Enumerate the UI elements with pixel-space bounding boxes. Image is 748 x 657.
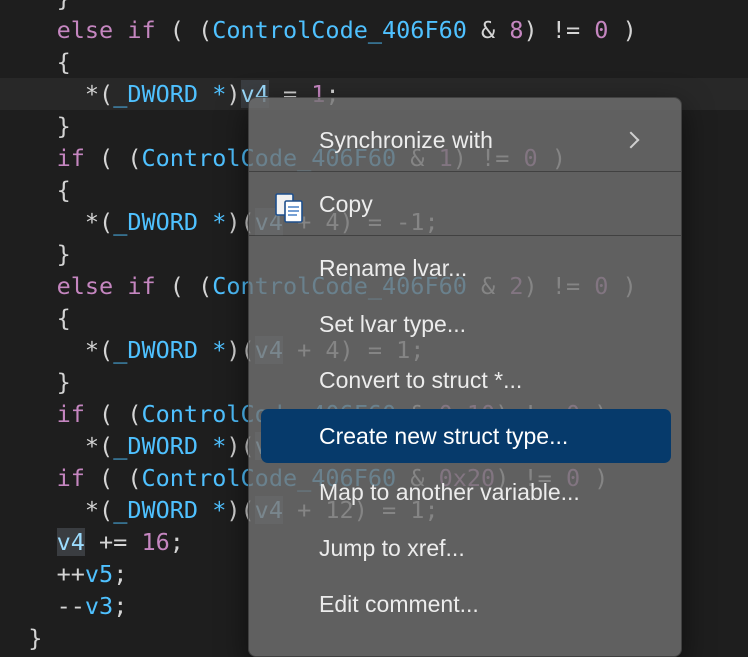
menu-separator [249, 171, 681, 172]
menu-item-edit-comment[interactable]: Edit comment... [261, 577, 671, 631]
code-token: } [0, 240, 71, 268]
code-token: } [0, 624, 43, 652]
code-token: else if [0, 16, 156, 44]
code-token: else if [0, 272, 156, 300]
menu-item-label: Edit comment... [319, 591, 479, 617]
menu-item-convert-to-struct[interactable]: Convert to struct *... [261, 353, 671, 407]
copy-icon [275, 193, 303, 223]
menu-separator [249, 235, 681, 236]
context-menu: Synchronize with Copy Rename lvar... Set lv… [248, 97, 682, 657]
code-token: if [0, 144, 85, 172]
code-token: *( [0, 432, 114, 460]
code-token: += [84, 528, 142, 556]
code-token: ( ( [155, 16, 213, 44]
code-token: ( ( [84, 400, 142, 428]
code-token: -- [0, 592, 85, 620]
menu-item-synchronize-with[interactable]: Synchronize with [261, 113, 671, 167]
code-token: _DWORD * [113, 336, 227, 364]
code-token: ( ( [155, 272, 213, 300]
menu-item-label: Map to another variable... [319, 479, 580, 505]
code-token: if [0, 464, 85, 492]
code-line[interactable]: else if ( (ControlCode_406F60 & 8) != 0 … [0, 14, 748, 46]
code-token: 16 [141, 528, 170, 556]
code-token: ( ( [84, 464, 142, 492]
menu-item-rename-lvar[interactable]: Rename lvar... [261, 241, 671, 295]
menu-item-map-to-another-variable[interactable]: Map to another variable... [261, 465, 671, 519]
menu-item-create-new-struct-type[interactable]: Create new struct type... [261, 409, 671, 463]
menu-item-label: Set lvar type... [319, 311, 467, 337]
code-line[interactable]: } [0, 0, 748, 14]
code-token: if [0, 400, 85, 428]
code-token: ControlCode_406F60 [212, 16, 467, 44]
code-token: } [0, 368, 71, 396]
code-token: ) [608, 16, 637, 44]
code-line[interactable]: { [0, 46, 748, 78]
code-token: { [0, 304, 71, 332]
code-token: ) [226, 80, 241, 108]
code-token: 0 [594, 16, 609, 44]
code-token: & [466, 16, 510, 44]
menu-item-copy[interactable]: Copy [261, 177, 671, 231]
code-token: _DWORD * [113, 80, 227, 108]
menu-item-jump-to-xref[interactable]: Jump to xref... [261, 521, 671, 575]
code-token: ; [169, 528, 184, 556]
code-variable[interactable]: v4 [56, 528, 85, 556]
code-token: _DWORD * [113, 208, 227, 236]
menu-item-set-lvar-type[interactable]: Set lvar type... [261, 297, 671, 351]
code-token: ) != [523, 16, 595, 44]
menu-item-label: Jump to xref... [319, 535, 465, 561]
code-token: ; [113, 592, 128, 620]
code-token: *( [0, 496, 114, 524]
code-token: { [0, 48, 71, 76]
code-token: *( [0, 208, 114, 236]
chevron-right-icon [622, 131, 640, 149]
code-token: _DWORD * [113, 432, 227, 460]
code-token: *( [0, 80, 114, 108]
code-token: } [0, 112, 71, 140]
menu-item-label: Synchronize with [319, 127, 493, 153]
menu-item-label: Copy [319, 191, 373, 217]
menu-item-label: Create new struct type... [319, 423, 569, 449]
code-token: { [0, 176, 71, 204]
code-token: 8 [509, 16, 524, 44]
menu-item-label: Convert to struct *... [319, 367, 523, 393]
code-token: ++ [0, 560, 85, 588]
menu-item-label: Rename lvar... [319, 255, 468, 281]
code-token: _DWORD * [113, 496, 227, 524]
code-token: } [0, 0, 71, 12]
code-token: *( [0, 336, 114, 364]
code-variable[interactable]: v5 [85, 560, 113, 588]
code-variable[interactable]: v3 [85, 592, 113, 620]
code-token: ( ( [84, 144, 142, 172]
code-token: ; [113, 560, 128, 588]
